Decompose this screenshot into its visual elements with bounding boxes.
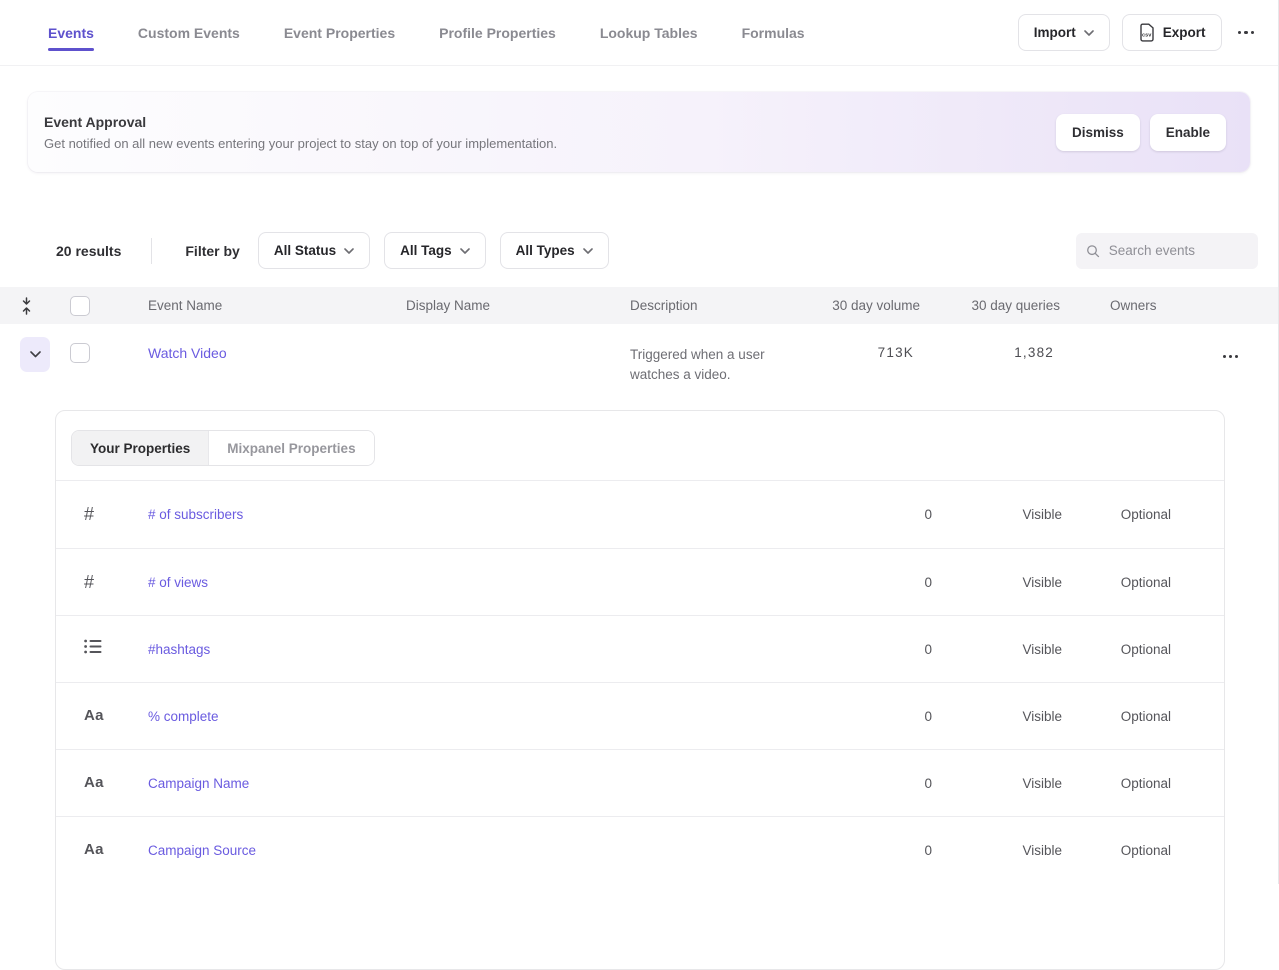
row-expander-button[interactable] (20, 337, 50, 372)
banner-description: Get notified on all new events entering … (44, 136, 557, 151)
event-owners (1080, 324, 1218, 345)
property-queries: 0 (864, 843, 964, 858)
property-requirement: Optional (1068, 575, 1218, 590)
tab-lookup-tables[interactable]: Lookup Tables (600, 3, 698, 63)
property-requirement: Optional (1068, 843, 1218, 858)
chevron-down-icon (460, 248, 470, 254)
property-queries: 0 (864, 776, 964, 791)
csv-file-icon: csv (1138, 23, 1155, 42)
table-row: Watch Video Triggered when a user watche… (0, 324, 1278, 410)
col-display-name: Display Name (406, 298, 630, 313)
import-button-label: Import (1034, 25, 1076, 40)
divider (151, 238, 152, 264)
tags-filter-dropdown[interactable]: All Tags (384, 232, 486, 269)
event-name-link[interactable]: Watch Video (148, 345, 227, 361)
property-name-link[interactable]: Campaign Source (148, 843, 864, 858)
property-requirement: Optional (1068, 776, 1218, 791)
property-row: #hashtags 0 Visible Optional (56, 615, 1224, 682)
property-queries: 0 (864, 709, 964, 724)
property-queries: 0 (864, 642, 964, 657)
property-visibility: Visible (964, 575, 1068, 590)
property-visibility: Visible (964, 642, 1068, 657)
dismiss-button[interactable]: Dismiss (1056, 114, 1140, 151)
property-name-link[interactable]: #hashtags (148, 642, 864, 657)
text-type-icon: Aa (84, 774, 104, 791)
export-button[interactable]: csv Export (1122, 14, 1222, 51)
property-row: Aa Campaign Name 0 Visible Optional (56, 749, 1224, 816)
search-input[interactable] (1109, 243, 1248, 258)
col-event-name: Event Name (148, 298, 406, 313)
event-volume: 713K (810, 324, 940, 360)
number-type-icon: # (84, 504, 94, 524)
types-filter-label: All Types (516, 243, 575, 258)
search-box (1076, 233, 1258, 269)
chevron-down-icon (583, 248, 593, 254)
property-visibility: Visible (964, 709, 1068, 724)
row-more-menu-icon[interactable] (1219, 349, 1242, 364)
event-description: Triggered when a user watches a video. (630, 324, 808, 385)
status-filter-dropdown[interactable]: All Status (258, 232, 370, 269)
banner-title: Event Approval (44, 114, 557, 130)
property-row: # # of subscribers 0 Visible Optional (56, 481, 1224, 548)
results-count: 20 results (56, 243, 121, 259)
col-queries: 30 day queries (940, 298, 1080, 313)
row-checkbox[interactable] (70, 343, 90, 363)
properties-panel: Your Properties Mixpanel Properties # # … (55, 410, 1225, 970)
tab-your-properties[interactable]: Your Properties (72, 431, 208, 465)
chevron-down-icon (30, 351, 41, 358)
property-queries: 0 (864, 507, 964, 522)
event-approval-banner: Event Approval Get notified on all new e… (28, 92, 1250, 172)
top-navigation: Events Custom Events Event Properties Pr… (0, 0, 1278, 66)
filter-by-label: Filter by (185, 243, 239, 259)
property-requirement: Optional (1068, 709, 1218, 724)
nav-tabs: Events Custom Events Event Properties Pr… (48, 3, 805, 63)
col-volume: 30 day volume (810, 298, 940, 313)
col-description: Description (630, 298, 810, 313)
property-visibility: Visible (964, 776, 1068, 791)
property-row: Aa Campaign Source 0 Visible Optional (56, 816, 1224, 883)
property-name-link[interactable]: % complete (148, 709, 864, 724)
property-row: # # of views 0 Visible Optional (56, 548, 1224, 615)
search-icon (1086, 243, 1100, 259)
table-header: Event Name Display Name Description 30 d… (0, 287, 1278, 324)
more-menu-icon[interactable] (1234, 25, 1259, 41)
tab-profile-properties[interactable]: Profile Properties (439, 3, 556, 63)
property-visibility: Visible (964, 843, 1068, 858)
list-type-icon (84, 639, 102, 654)
enable-button[interactable]: Enable (1150, 114, 1226, 151)
property-visibility: Visible (964, 507, 1068, 522)
property-row: Aa % complete 0 Visible Optional (56, 682, 1224, 749)
number-type-icon: # (84, 572, 94, 592)
tab-formulas[interactable]: Formulas (742, 3, 805, 63)
collapse-all-icon[interactable] (20, 297, 40, 315)
import-button[interactable]: Import (1018, 14, 1110, 51)
property-name-link[interactable]: Campaign Name (148, 776, 864, 791)
status-filter-label: All Status (274, 243, 336, 258)
tab-event-properties[interactable]: Event Properties (284, 3, 395, 63)
text-type-icon: Aa (84, 707, 104, 724)
select-all-checkbox[interactable] (70, 296, 90, 316)
event-display-name (406, 324, 630, 345)
property-requirement: Optional (1068, 642, 1218, 657)
property-name-link[interactable]: # of subscribers (148, 507, 864, 522)
col-owners: Owners (1080, 298, 1218, 313)
svg-text:csv: csv (1142, 32, 1152, 38)
types-filter-dropdown[interactable]: All Types (500, 232, 609, 269)
chevron-down-icon (1084, 30, 1094, 36)
tab-mixpanel-properties[interactable]: Mixpanel Properties (208, 431, 373, 465)
filter-bar: 20 results Filter by All Status All Tags… (56, 232, 1258, 269)
export-button-label: Export (1163, 25, 1206, 40)
property-queries: 0 (864, 575, 964, 590)
tab-custom-events[interactable]: Custom Events (138, 3, 240, 63)
text-type-icon: Aa (84, 841, 104, 858)
event-queries: 1,382 (940, 324, 1080, 360)
chevron-down-icon (344, 248, 354, 254)
property-requirement: Optional (1068, 507, 1218, 522)
tags-filter-label: All Tags (400, 243, 452, 258)
property-name-link[interactable]: # of views (148, 575, 864, 590)
tab-events[interactable]: Events (48, 3, 94, 63)
properties-tab-group: Your Properties Mixpanel Properties (71, 430, 375, 466)
